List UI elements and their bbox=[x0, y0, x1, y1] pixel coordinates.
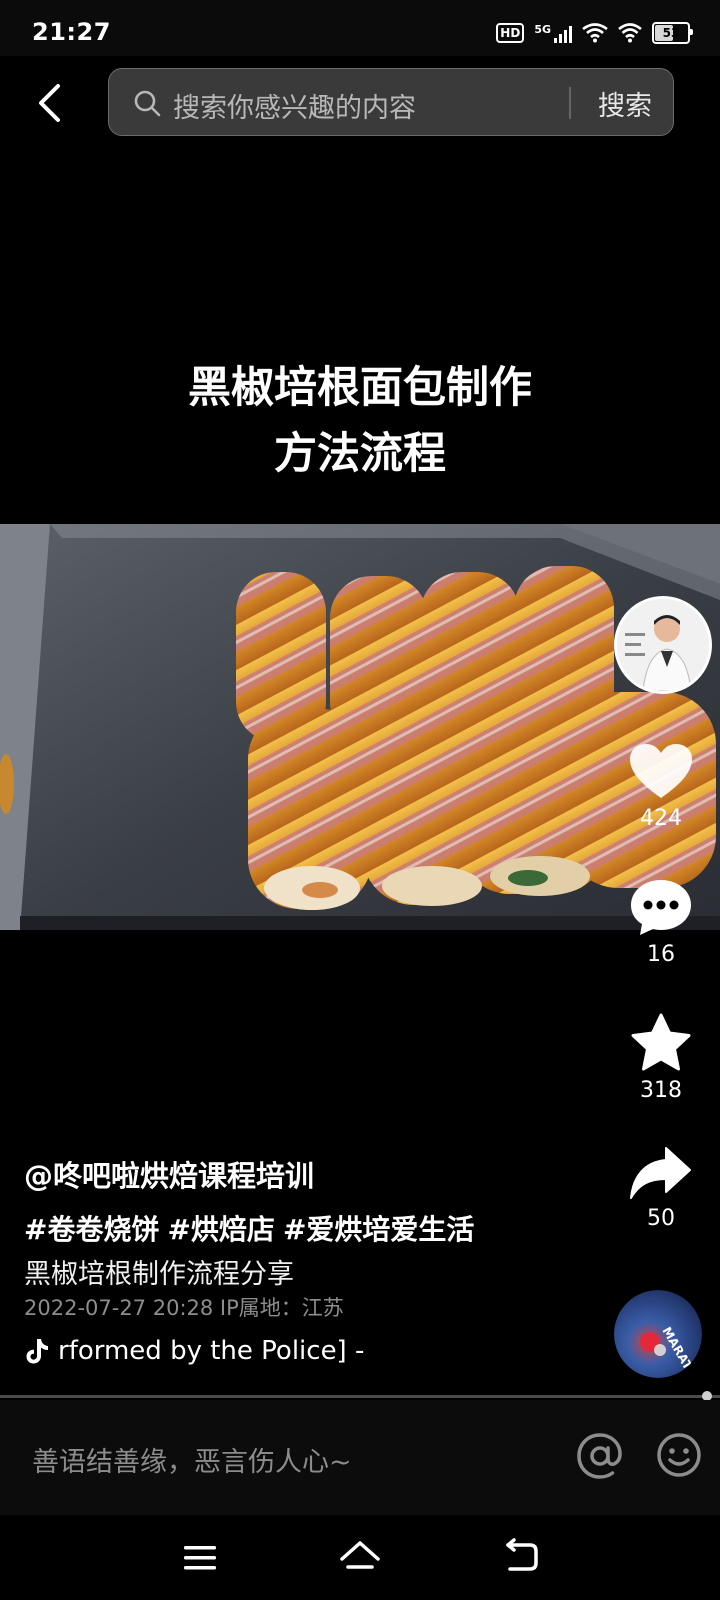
favorite-button[interactable]: 318 bbox=[620, 1012, 702, 1103]
chevron-left-icon bbox=[39, 84, 60, 122]
music-disc-image: MARATONA MAESTRO bbox=[614, 1290, 702, 1378]
comment-count: 16 bbox=[647, 942, 675, 967]
wifi-secondary-icon bbox=[618, 23, 642, 43]
share-button[interactable]: 50 bbox=[620, 1144, 702, 1231]
hd-icon: HD bbox=[496, 23, 525, 43]
comment-input[interactable]: 善语结善缘，恶言伤人心~ bbox=[32, 1440, 352, 1479]
battery-icon: 53 bbox=[652, 22, 693, 44]
network-label: 5G bbox=[534, 22, 551, 36]
tiktok-note-icon bbox=[26, 1339, 48, 1364]
menu-icon[interactable] bbox=[180, 1538, 220, 1578]
like-count: 424 bbox=[640, 806, 682, 831]
music-disc[interactable]: MARATONA MAESTRO bbox=[614, 1290, 702, 1378]
share-count: 50 bbox=[647, 1206, 675, 1231]
return-icon[interactable] bbox=[500, 1537, 540, 1577]
author-avatar-image bbox=[617, 599, 709, 691]
emoji-icon[interactable] bbox=[656, 1432, 702, 1478]
system-nav-bar bbox=[0, 1515, 720, 1600]
search-input[interactable]: 搜索你感兴趣的内容 bbox=[173, 86, 416, 125]
back-button[interactable] bbox=[30, 78, 74, 128]
author-avatar[interactable] bbox=[614, 596, 712, 694]
video-progress-bar[interactable] bbox=[0, 1395, 720, 1398]
video-title: 黑椒培根面包制作 方法流程 bbox=[60, 355, 660, 487]
search-divider bbox=[569, 87, 571, 119]
hashtags: #卷卷烧饼 #烘焙店 #爱烘培爱生活 bbox=[24, 1208, 474, 1248]
search-icon bbox=[134, 90, 161, 117]
music-title: rformed by the Police] - bbox=[58, 1336, 365, 1366]
comment-bar: 善语结善缘，恶言伤人心~ bbox=[0, 1400, 720, 1515]
status-icons: HD 5G 53 bbox=[496, 20, 693, 46]
hashtag-link[interactable]: #爱烘培爱生活 bbox=[283, 1208, 474, 1248]
home-icon[interactable] bbox=[338, 1535, 382, 1579]
music-info[interactable]: rformed by the Police] - bbox=[24, 1334, 444, 1368]
video-title-line1: 黑椒培根面包制作 bbox=[188, 363, 532, 413]
heart-icon bbox=[630, 744, 692, 798]
share-arrow-icon bbox=[630, 1147, 691, 1199]
video-frame-image bbox=[0, 524, 720, 930]
hashtag-link[interactable]: #烘焙店 bbox=[167, 1208, 274, 1248]
mention-at-icon[interactable] bbox=[576, 1432, 624, 1480]
like-button[interactable]: 424 bbox=[620, 742, 702, 831]
author-name[interactable]: @咚吧啦烘焙课程培训 bbox=[24, 1153, 314, 1195]
status-bar: 21:27 HD 5G 53 bbox=[0, 0, 720, 56]
search-bar[interactable]: 搜索你感兴趣的内容 搜索 bbox=[108, 68, 674, 136]
hashtag-link[interactable]: #卷卷烧饼 bbox=[24, 1208, 159, 1248]
wifi-icon bbox=[582, 23, 608, 43]
video-title-line2: 方法流程 bbox=[274, 429, 446, 479]
star-icon bbox=[631, 1013, 691, 1071]
comment-icon bbox=[631, 880, 691, 935]
post-description: 黑椒培根制作流程分享 bbox=[24, 1259, 294, 1290]
signal-icon: 5G bbox=[534, 24, 572, 43]
favorite-count: 318 bbox=[640, 1078, 682, 1103]
post-meta: 2022-07-27 20:28 IP属地：江苏 bbox=[24, 1296, 344, 1320]
battery-level: 53 bbox=[662, 26, 680, 40]
status-time: 21:27 bbox=[32, 18, 111, 46]
search-button[interactable]: 搜索 bbox=[585, 84, 665, 122]
comment-button[interactable]: 16 bbox=[620, 876, 702, 967]
video-player[interactable] bbox=[0, 524, 720, 930]
